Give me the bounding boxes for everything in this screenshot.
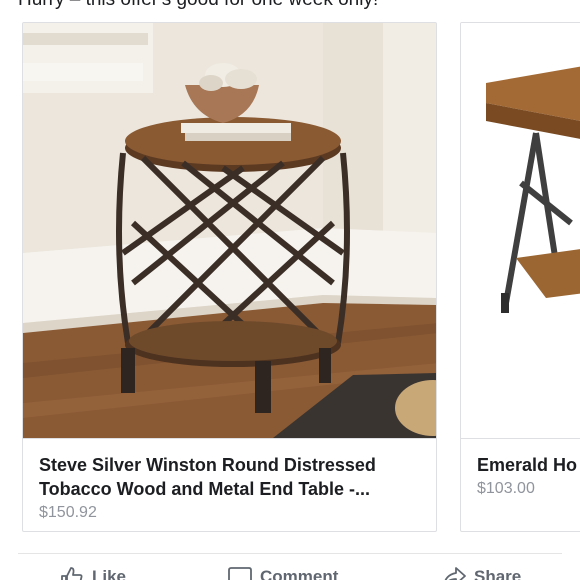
product-price: $103.00 (477, 480, 535, 497)
like-label: Like (92, 567, 127, 580)
comment-bubble-icon (228, 566, 252, 580)
actions-divider (18, 553, 562, 554)
product-image[interactable] (23, 23, 436, 438)
share-button[interactable]: Share (442, 566, 521, 580)
share-label: Share (474, 567, 522, 580)
comment-label: Comment (260, 567, 339, 580)
product-info[interactable]: Emerald Ho T100-1 $103.00 (461, 438, 580, 531)
product-title[interactable]: Steve Silver Winston Round Distressed To… (39, 453, 420, 501)
product-title[interactable]: Emerald Ho T100-1 (477, 453, 580, 477)
share-arrow-icon (442, 566, 466, 580)
product-card[interactable]: Steve Silver Winston Round Distressed To… (22, 22, 437, 532)
post-actions-bar: Like Comment Share (0, 558, 580, 580)
product-card[interactable]: Emerald Ho T100-1 $103.00 (460, 22, 580, 532)
like-button[interactable]: Like (60, 566, 126, 580)
product-info[interactable]: Steve Silver Winston Round Distressed To… (23, 438, 436, 531)
product-carousel[interactable]: Steve Silver Winston Round Distressed To… (0, 22, 580, 532)
product-price: $150.92 (39, 504, 97, 521)
product-image[interactable] (461, 23, 580, 438)
comment-button[interactable]: Comment (228, 566, 338, 580)
post-text: Hurry – this offer's good for one week o… (18, 0, 578, 12)
thumbs-up-icon (60, 566, 84, 580)
